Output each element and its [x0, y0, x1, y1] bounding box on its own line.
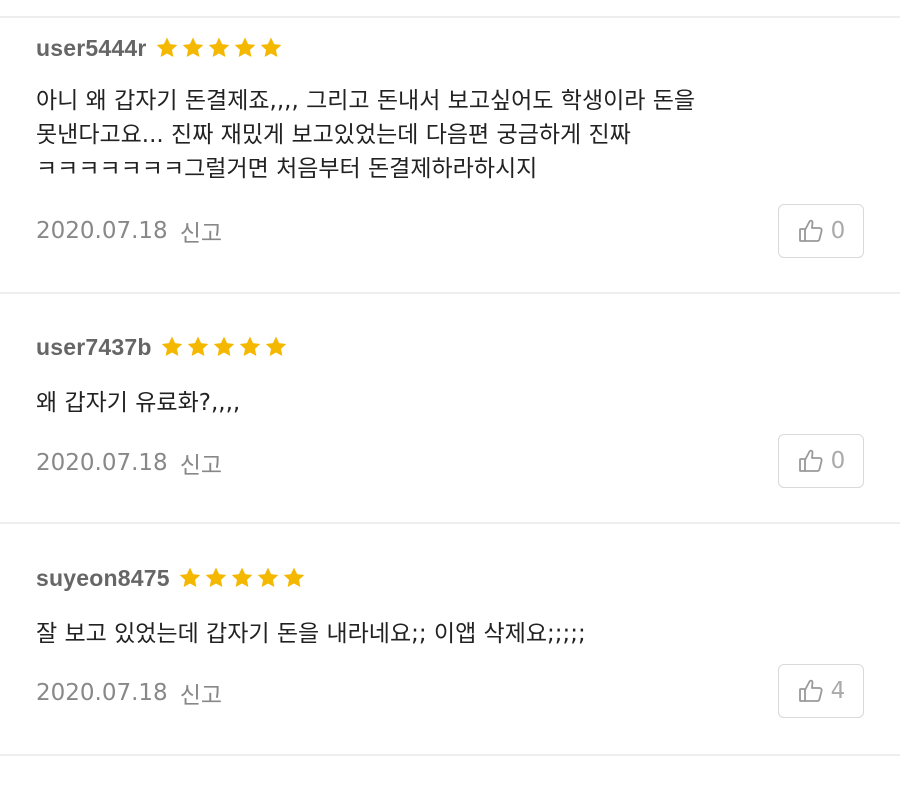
- review-meta: 2020.07.18 신고: [36, 214, 222, 248]
- star-icon: [265, 336, 286, 356]
- review-item: suyeon8475 잘 보고 있었는데 갑자기 돈을 내라네요;; 이앱 삭제…: [0, 524, 900, 756]
- star-icon: [156, 37, 177, 57]
- review-item: user5444r 아니 왜 갑자기 돈결제죠,,,, 그리고 돈내서 보고싶어…: [0, 18, 900, 294]
- star-icon: [213, 336, 234, 356]
- thumbs-up-icon: [798, 679, 823, 702]
- like-button[interactable]: 0: [778, 204, 864, 258]
- like-count: 4: [830, 678, 846, 704]
- star-icon: [231, 567, 252, 587]
- review-date: 2020.07.18: [36, 450, 168, 476]
- review-header: user7437b: [36, 330, 288, 364]
- star-rating: [155, 36, 283, 60]
- star-icon: [257, 567, 278, 587]
- like-button[interactable]: 4: [778, 664, 864, 718]
- like-count: 0: [830, 448, 846, 474]
- review-date: 2020.07.18: [36, 218, 168, 244]
- star-icon: [182, 37, 203, 57]
- star-icon: [161, 336, 182, 356]
- star-icon: [179, 567, 200, 587]
- review-item: user7437b 왜 갑자기 유료화?,,,, 2020.07.18 신고 0: [0, 294, 900, 524]
- review-text: 아니 왜 갑자기 돈결제죠,,,, 그리고 돈내서 보고싶어도 학생이라 돈을 …: [36, 88, 696, 182]
- star-icon: [187, 336, 208, 356]
- thumbs-up-icon: [798, 219, 823, 242]
- review-header: suyeon8475: [36, 561, 306, 595]
- divider: [0, 754, 900, 756]
- star-icon: [239, 336, 260, 356]
- review-date: 2020.07.18: [36, 680, 168, 706]
- review-meta: 2020.07.18 신고: [36, 676, 222, 710]
- star-icon: [234, 37, 255, 57]
- username[interactable]: user5444r: [36, 35, 147, 62]
- report-button[interactable]: 신고: [180, 214, 222, 248]
- star-rating: [160, 335, 288, 359]
- report-button[interactable]: 신고: [180, 676, 222, 710]
- review-meta: 2020.07.18 신고: [36, 446, 222, 480]
- username[interactable]: suyeon8475: [36, 565, 170, 592]
- review-text: 잘 보고 있었는데 갑자기 돈을 내라네요;; 이앱 삭제요;;;;;: [36, 621, 586, 647]
- review-header: user5444r: [36, 31, 283, 65]
- report-button[interactable]: 신고: [180, 446, 222, 480]
- star-rating: [178, 566, 306, 590]
- like-count: 0: [830, 218, 846, 244]
- username[interactable]: user7437b: [36, 334, 152, 361]
- star-icon: [283, 567, 304, 587]
- review-text: 왜 갑자기 유료화?,,,,: [36, 390, 241, 416]
- like-button[interactable]: 0: [778, 434, 864, 488]
- star-icon: [260, 37, 281, 57]
- thumbs-up-icon: [798, 449, 823, 472]
- star-icon: [205, 567, 226, 587]
- star-icon: [208, 37, 229, 57]
